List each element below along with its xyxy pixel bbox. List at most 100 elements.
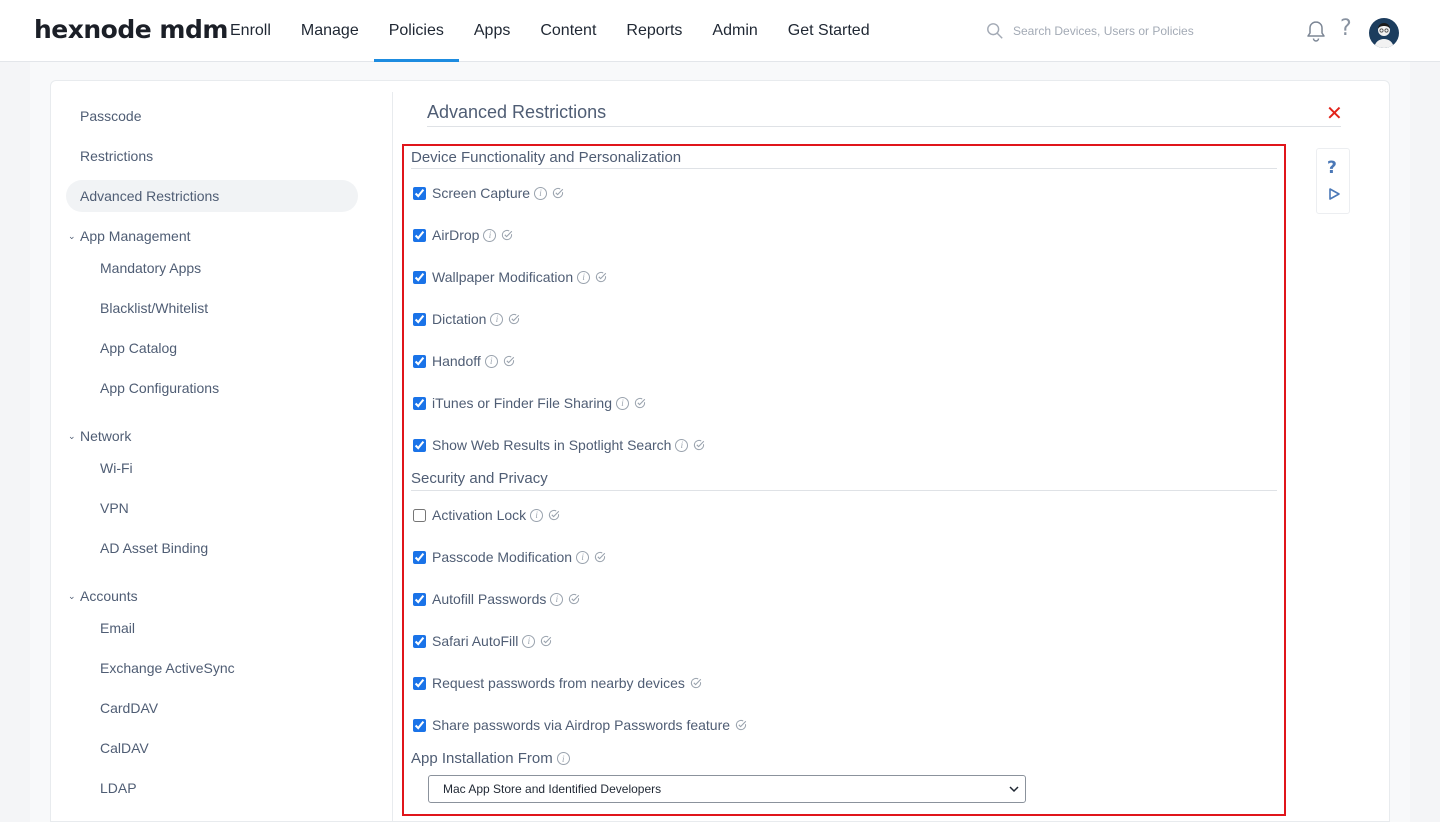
supported-check-icon — [595, 551, 606, 563]
option-label: iTunes or Finder File Sharing — [432, 395, 613, 411]
sidebar-group-app-management[interactable]: ⌄ App Management — [68, 228, 191, 244]
checkbox-activation-lock[interactable] — [413, 508, 426, 522]
option-safari-autofill[interactable]: Safari AutoFill i — [413, 631, 552, 651]
option-wallpaper-modification[interactable]: Wallpaper Modification i — [413, 267, 607, 287]
sidebar-item-blacklist-whitelist[interactable]: Blacklist/Whitelist — [100, 300, 208, 316]
option-label: Share passwords via Airdrop Passwords fe… — [432, 717, 731, 733]
app-installation-select[interactable]: Mac App Store and Identified Developers — [428, 775, 1026, 803]
help-panel: ? — [1316, 148, 1350, 214]
info-icon[interactable]: i — [556, 752, 570, 765]
checkbox-wallpaper-modification[interactable] — [413, 270, 426, 284]
nav-admin[interactable]: Admin — [697, 0, 772, 62]
option-label: Autofill Passwords — [432, 591, 547, 607]
search-input[interactable] — [1013, 24, 1253, 38]
checkbox-show-web-results-in-spotlight-search[interactable] — [413, 438, 426, 452]
info-icon[interactable]: i — [616, 396, 630, 410]
chevron-down-icon: ⌄ — [68, 230, 76, 241]
sidebar-item-ad-asset-binding[interactable]: AD Asset Binding — [100, 540, 208, 556]
checkbox-airdrop[interactable] — [413, 228, 426, 242]
app-logo[interactable]: hexnode mdm — [34, 15, 228, 44]
nav-get-started[interactable]: Get Started — [773, 0, 885, 62]
option-dictation[interactable]: Dictation i — [413, 309, 520, 329]
help-icon[interactable]: ? — [1340, 16, 1352, 41]
sidebar-item-app-configurations[interactable]: App Configurations — [100, 380, 219, 396]
option-passcode-modification[interactable]: Passcode Modification i — [413, 547, 606, 567]
option-autofill-passwords[interactable]: Autofill Passwords i — [413, 589, 580, 609]
option-show-web-results-in-spotlight-search[interactable]: Show Web Results in Spotlight Search i — [413, 435, 705, 455]
option-share-passwords-via-airdrop-passwords-feature[interactable]: Share passwords via Airdrop Passwords fe… — [413, 715, 747, 735]
sidebar-group-label: App Management — [80, 228, 191, 244]
title-divider — [427, 126, 1341, 127]
option-screen-capture[interactable]: Screen Capture i — [413, 183, 564, 203]
info-icon[interactable]: i — [534, 186, 548, 200]
sidebar-group-accounts[interactable]: ⌄ Accounts — [68, 588, 138, 604]
nav-reports[interactable]: Reports — [611, 0, 697, 62]
app-installation-heading: App Installation From i — [411, 750, 570, 767]
option-label: Activation Lock — [432, 507, 527, 523]
sidebar-item-wifi[interactable]: Wi-Fi — [100, 460, 133, 476]
play-icon[interactable] — [1327, 187, 1341, 201]
sidebar-item-email[interactable]: Email — [100, 620, 135, 636]
option-label: Screen Capture — [432, 185, 531, 201]
checkbox-handoff[interactable] — [413, 354, 426, 368]
help-icon[interactable]: ? — [1327, 158, 1337, 178]
info-icon[interactable]: i — [577, 270, 591, 284]
sidebar-group-network[interactable]: ⌄ Network — [68, 428, 131, 444]
supported-check-icon — [552, 187, 564, 199]
info-icon[interactable]: i — [675, 438, 689, 452]
option-activation-lock[interactable]: Activation Lock i — [413, 505, 560, 525]
supported-check-icon — [549, 509, 560, 521]
app-installation-selected: Mac App Store and Identified Developers — [443, 782, 662, 796]
sidebar-item-vpn[interactable]: VPN — [100, 500, 129, 516]
checkbox-autofill-passwords[interactable] — [413, 592, 426, 606]
option-itunes-or-finder-file-sharing[interactable]: iTunes or Finder File Sharing i — [413, 393, 646, 413]
checkbox-safari-autofill[interactable] — [413, 634, 426, 648]
info-icon[interactable]: i — [576, 550, 590, 564]
sidebar-item-app-catalog[interactable]: App Catalog — [100, 340, 177, 356]
info-icon[interactable]: i — [522, 634, 536, 648]
nav-manage[interactable]: Manage — [286, 0, 374, 62]
supported-check-icon — [634, 397, 646, 409]
option-request-passwords-from-nearby-devices[interactable]: Request passwords from nearby devices — [413, 673, 702, 693]
sidebar-item-carddav[interactable]: CardDAV — [100, 700, 158, 716]
info-icon[interactable]: i — [530, 508, 544, 522]
checkbox-dictation[interactable] — [413, 312, 426, 326]
checkbox-request-passwords-from-nearby-devices[interactable] — [413, 676, 426, 690]
nav-enroll[interactable]: Enroll — [215, 0, 286, 62]
checkbox-passcode-modification[interactable] — [413, 550, 426, 564]
sidebar-item-mandatory-apps[interactable]: Mandatory Apps — [100, 260, 201, 276]
option-label: Safari AutoFill — [432, 633, 519, 649]
option-label: Dictation — [432, 311, 487, 327]
nav-content[interactable]: Content — [525, 0, 611, 62]
checkbox-screen-capture[interactable] — [413, 186, 426, 200]
nav-apps[interactable]: Apps — [459, 0, 525, 62]
info-icon[interactable]: i — [550, 592, 564, 606]
user-avatar[interactable] — [1369, 18, 1399, 48]
option-airdrop[interactable]: AirDrop i — [413, 225, 513, 245]
option-label: Handoff — [432, 353, 481, 369]
info-icon[interactable]: i — [490, 312, 504, 326]
sidebar-item-caldav[interactable]: CalDAV — [100, 740, 149, 756]
sidebar-item-exchange-activesync[interactable]: Exchange ActiveSync — [100, 660, 235, 676]
option-label: AirDrop — [432, 227, 480, 243]
sidebar-item-passcode[interactable]: Passcode — [80, 108, 141, 124]
checkbox-share-passwords-via-airdrop-passwords-feature[interactable] — [413, 718, 426, 732]
sidebar-item-advanced-restrictions[interactable]: Advanced Restrictions — [80, 188, 219, 204]
sidebar-group-label: Network — [80, 428, 132, 444]
section-title-security-privacy: Security and Privacy — [411, 470, 548, 487]
sidebar-item-restrictions[interactable]: Restrictions — [80, 148, 153, 164]
info-icon[interactable]: i — [484, 354, 498, 368]
bell-icon[interactable] — [1304, 19, 1328, 43]
sidebar-item-ldap[interactable]: LDAP — [100, 780, 137, 796]
nav-policies[interactable]: Policies — [373, 0, 460, 62]
search-icon — [987, 23, 1003, 39]
section-title-device-functionality: Device Functionality and Personalization — [411, 149, 682, 166]
info-icon[interactable]: i — [483, 228, 497, 242]
checkbox-itunes-or-finder-file-sharing[interactable] — [413, 396, 426, 410]
top-navigation-bar: hexnode mdm Enroll Manage Policies Apps … — [0, 0, 1440, 62]
option-handoff[interactable]: Handoff i — [413, 351, 515, 371]
supported-check-icon — [735, 719, 747, 731]
close-icon[interactable]: ✕ — [1326, 102, 1343, 124]
chevron-down-icon — [1009, 786, 1019, 793]
search-bar — [986, 22, 1253, 40]
